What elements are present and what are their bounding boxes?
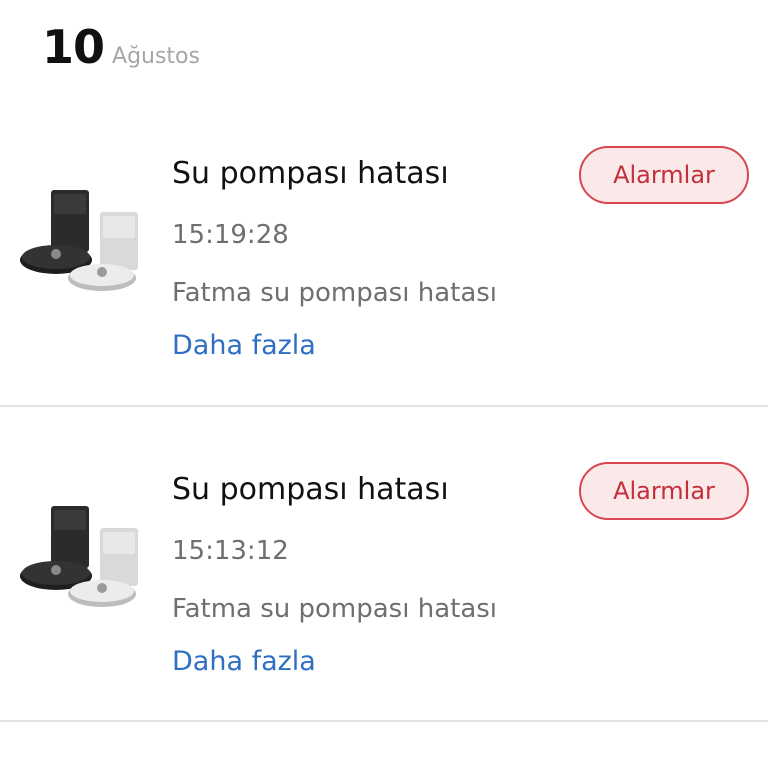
divider (0, 720, 768, 722)
robot-vacuum-dock-image (20, 506, 138, 607)
alarm-title: Su pompası hatası (172, 156, 449, 191)
alarm-time: 15:13:12 (172, 536, 289, 566)
alarm-description: Fatma su pompası hatası (172, 278, 498, 308)
alarm-title: Su pompası hatası (172, 472, 449, 507)
alarms-button[interactable]: Alarmlar (579, 462, 749, 520)
more-link[interactable]: Daha fazla (172, 330, 316, 361)
alarms-button[interactable]: Alarmlar (579, 146, 749, 204)
alarm-list-item[interactable]: Su pompası hatası 15:13:12 Fatma su pomp… (0, 446, 768, 686)
alarm-description: Fatma su pompası hatası (172, 594, 498, 624)
more-link[interactable]: Daha fazla (172, 646, 316, 677)
alarm-list-item[interactable]: Su pompası hatası 15:19:28 Fatma su pomp… (0, 130, 768, 370)
robot-vacuum-dock-image (20, 190, 138, 291)
date-header: 10 Ağustos (42, 20, 200, 74)
date-month: Ağustos (112, 44, 200, 69)
alarm-time: 15:19:28 (172, 220, 289, 250)
date-day: 10 (42, 20, 105, 74)
divider (0, 405, 768, 407)
